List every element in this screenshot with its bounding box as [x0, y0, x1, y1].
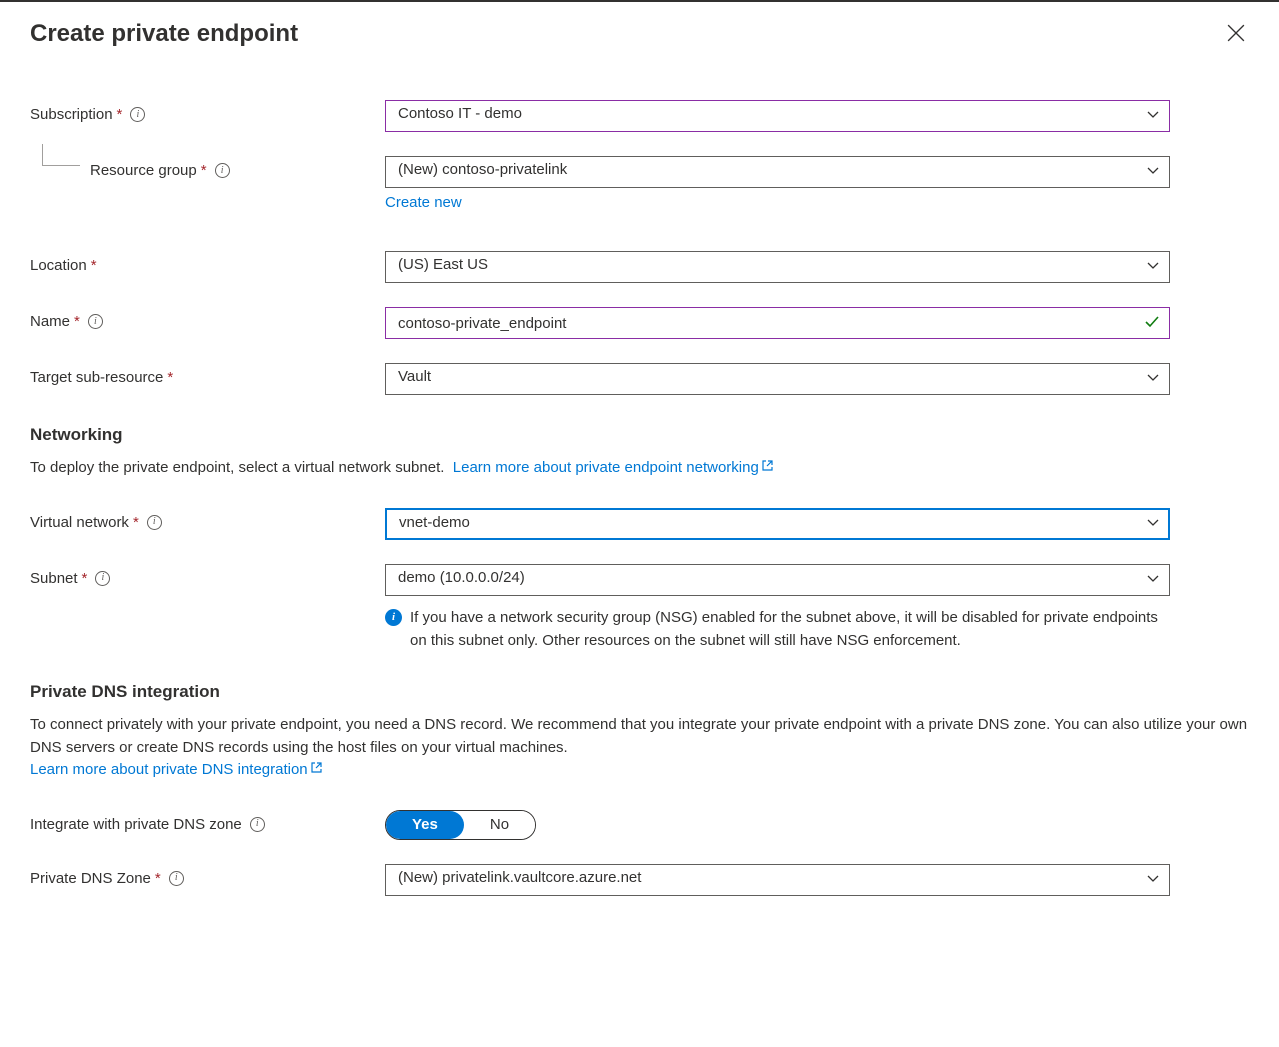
required-indicator: *: [82, 570, 88, 587]
create-private-endpoint-panel: Create private endpoint Subscription * i…: [0, 0, 1279, 950]
page-title: Create private endpoint: [30, 20, 298, 48]
row-location: Location * (US) East US: [30, 251, 1249, 283]
networking-heading: Networking: [30, 425, 1249, 445]
learn-more-dns-link[interactable]: Learn more about private DNS integration: [30, 761, 323, 778]
label-integrate-dns: Integrate with private DNS zone i: [30, 810, 385, 833]
virtual-network-select[interactable]: vnet-demo: [385, 508, 1170, 540]
subscription-select[interactable]: Contoso IT - demo: [385, 100, 1170, 132]
label-resource-group: Resource group * i: [30, 156, 385, 179]
location-select[interactable]: (US) East US: [385, 251, 1170, 283]
tree-connector: [42, 144, 80, 166]
dns-desc: To connect privately with your private e…: [30, 714, 1249, 782]
row-virtual-network: Virtual network * i vnet-demo: [30, 508, 1249, 540]
label-name: Name * i: [30, 307, 385, 330]
info-icon[interactable]: i: [95, 571, 110, 586]
integrate-dns-toggle: Yes No: [385, 810, 536, 840]
external-link-icon: [310, 759, 323, 782]
toggle-yes[interactable]: Yes: [386, 811, 464, 839]
label-subscription: Subscription * i: [30, 100, 385, 123]
row-integrate-dns: Integrate with private DNS zone i Yes No: [30, 810, 1249, 840]
networking-desc: To deploy the private endpoint, select a…: [30, 457, 1249, 480]
close-button[interactable]: [1223, 20, 1249, 50]
info-icon[interactable]: i: [215, 163, 230, 178]
info-icon[interactable]: i: [147, 515, 162, 530]
row-private-dns-zone: Private DNS Zone * i (New) privatelink.v…: [30, 864, 1249, 896]
required-indicator: *: [201, 162, 207, 179]
info-icon[interactable]: i: [88, 314, 103, 329]
row-subscription: Subscription * i Contoso IT - demo: [30, 100, 1249, 132]
required-indicator: *: [91, 257, 97, 274]
required-indicator: *: [133, 514, 139, 531]
nsg-info-note: i If you have a network security group (…: [385, 606, 1170, 653]
label-private-dns-zone: Private DNS Zone * i: [30, 864, 385, 887]
label-virtual-network: Virtual network * i: [30, 508, 385, 531]
row-name: Name * i: [30, 307, 1249, 339]
resource-group-select[interactable]: (New) contoso-privatelink: [385, 156, 1170, 188]
name-input[interactable]: [385, 307, 1170, 339]
required-indicator: *: [117, 106, 123, 123]
name-input-wrap: [385, 307, 1170, 339]
dns-heading: Private DNS integration: [30, 682, 1249, 702]
row-resource-group: Resource group * i (New) contoso-private…: [30, 156, 1249, 211]
external-link-icon: [761, 457, 774, 480]
target-subresource-select[interactable]: Vault: [385, 363, 1170, 395]
required-indicator: *: [74, 313, 80, 330]
label-target-subresource: Target sub-resource *: [30, 363, 385, 386]
private-dns-zone-select[interactable]: (New) privatelink.vaultcore.azure.net: [385, 864, 1170, 896]
close-icon: [1227, 25, 1245, 47]
row-subnet: Subnet * i demo (10.0.0.0/24) i If you h…: [30, 564, 1249, 653]
learn-more-networking-link[interactable]: Learn more about private endpoint networ…: [453, 459, 774, 476]
create-new-link[interactable]: Create new: [385, 194, 462, 211]
label-location: Location *: [30, 251, 385, 274]
checkmark-icon: [1144, 314, 1160, 333]
required-indicator: *: [155, 870, 161, 887]
toggle-no[interactable]: No: [464, 811, 535, 839]
info-icon[interactable]: i: [169, 871, 184, 886]
required-indicator: *: [167, 369, 173, 386]
panel-header: Create private endpoint: [30, 20, 1249, 50]
info-filled-icon: i: [385, 609, 402, 626]
info-icon[interactable]: i: [250, 817, 265, 832]
info-icon[interactable]: i: [130, 107, 145, 122]
row-target-subresource: Target sub-resource * Vault: [30, 363, 1249, 395]
subnet-select[interactable]: demo (10.0.0.0/24): [385, 564, 1170, 596]
label-subnet: Subnet * i: [30, 564, 385, 587]
